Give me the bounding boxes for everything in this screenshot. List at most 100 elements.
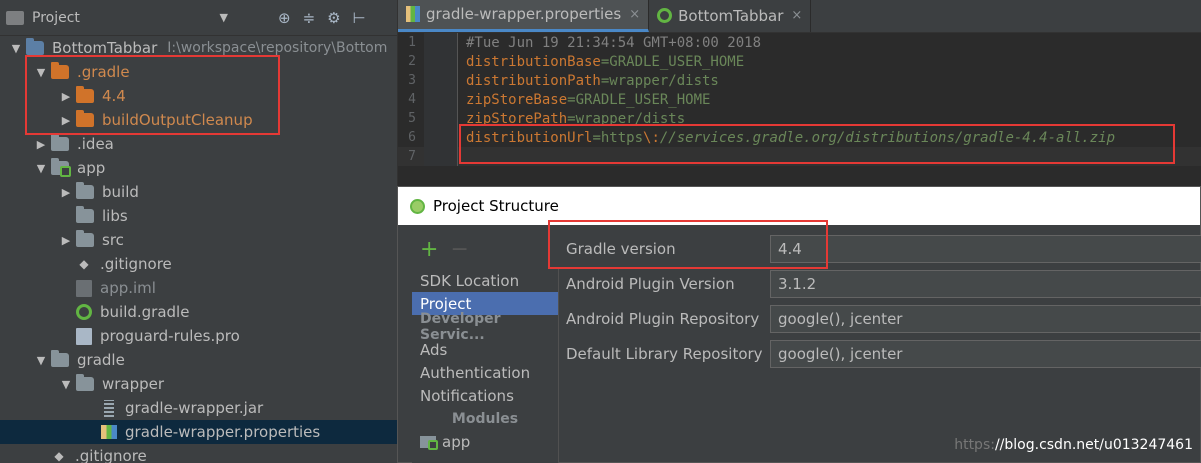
collapsed-arrow-icon[interactable]: ▶ [56,186,76,199]
tree-node-label: BottomTabbar [52,39,158,57]
collapsed-arrow-icon[interactable]: ▶ [31,138,51,151]
tab-bottomtabbar[interactable]: BottomTabbar × [649,0,812,32]
project-path: I:\workspace\repository\Bottom [167,40,388,56]
project-tool-window: Project ▼ ⊕ ≑ ⚙ ⊢ ▼ BottomTabbar I:\worksp… [0,0,397,463]
form-row: Default Library Repository google(), jcen… [566,336,1201,371]
text-file-icon [76,327,92,345]
gutter [424,71,458,90]
tree-node[interactable]: ▼ gradle [0,348,397,372]
tree-node-label: .idea [77,135,114,153]
expanded-arrow-icon[interactable]: ▼ [31,66,51,79]
folder-icon [76,374,94,391]
tree-node-label: src [102,231,124,249]
settings-gear-icon[interactable]: ⚙ [327,9,340,27]
folder-icon [76,206,94,223]
code-line[interactable]: 4 zipStoreBase=GRADLE_USER_HOME [398,90,1201,109]
collapse-all-icon[interactable]: ≑ [303,9,316,27]
code-line[interactable]: 2 distributionBase=GRADLE_USER_HOME [398,52,1201,71]
field-input[interactable]: 4.4 [770,234,1201,263]
sidebar-toolbar: + − [420,237,469,262]
tab-label: gradle-wrapper.properties [426,5,622,23]
tab-gradle-wrapper-properties[interactable]: gradle-wrapper.properties × [398,0,650,32]
tree-node[interactable]: ▼ BottomTabbar I:\workspace\repository\Bot… [0,36,397,60]
sidebar-item[interactable]: Notifications [412,384,558,407]
field-input[interactable]: 3.1.2 [770,269,1201,298]
form-row: Android Plugin Version 3.1.2 [566,266,1201,301]
folder-icon [51,350,69,367]
project-view-selector[interactable]: Project ▼ [6,10,228,26]
tree-node[interactable]: ▶ 4.4 [0,84,397,108]
sidebar-item-label: Authentication [420,363,531,382]
expanded-arrow-icon[interactable]: ▼ [6,42,26,55]
code-editor[interactable]: 1 #Tue Jun 19 21:34:54 GMT+08:00 2018 2 dis… [398,33,1201,166]
field-input[interactable]: google(), jcenter [770,339,1201,368]
folder-icon [76,230,94,247]
form-row: Gradle version 4.4 [566,231,1201,266]
tree-node-label: wrapper [102,375,165,393]
code-line[interactable]: 6 distributionUrl=https\://services.gradl… [398,128,1201,147]
folder-icon [51,134,69,151]
code-line[interactable]: 3 distributionPath=wrapper/dists [398,71,1201,90]
tree-node[interactable]: ▶ buildOutputCleanup [0,108,397,132]
sidebar-item[interactable]: app [412,430,558,453]
tree-node[interactable]: ▶ .idea [0,132,397,156]
field-input[interactable]: google(), jcenter [770,304,1201,333]
collapsed-arrow-icon[interactable]: ▶ [56,90,76,103]
sidebar-item[interactable]: SDK Location [412,269,558,292]
hide-panel-icon[interactable]: ⊢ [353,9,366,27]
tree-node[interactable]: ▼ .gradle [0,60,397,84]
tree-node[interactable]: build.gradle [0,300,397,324]
close-icon[interactable]: × [629,7,640,22]
line-number: 4 [408,92,416,107]
tree-node-label: libs [102,207,128,225]
code-line[interactable]: 1 #Tue Jun 19 21:34:54 GMT+08:00 2018 [398,33,1201,52]
remove-icon[interactable]: − [450,237,468,262]
code-text: distributionPath=wrapper/dists [458,73,719,89]
field-label: Default Library Repository [566,344,763,363]
tree-node[interactable]: libs [0,204,397,228]
dropdown-arrow-icon[interactable]: ▼ [220,11,228,24]
gradle-file-icon [76,304,92,320]
excluded-folder-icon [51,62,69,79]
tree-node-label: 4.4 [102,87,126,105]
tree-node[interactable]: app.iml [0,276,397,300]
gutter [424,90,458,109]
collapsed-arrow-icon[interactable]: ▶ [56,114,76,127]
tree-node[interactable]: ▼ wrapper [0,372,397,396]
gutter [424,33,458,52]
sidebar-item-label: Modules [451,410,519,427]
tree-node[interactable]: gradle-wrapper.properties [0,420,397,444]
tree-node[interactable]: proguard-rules.pro [0,324,397,348]
code-token: =wrapper/dists [600,72,719,89]
collapsed-arrow-icon[interactable]: ▶ [56,234,76,247]
tree-node[interactable]: ◆ .gitignore [0,252,397,276]
expanded-arrow-icon[interactable]: ▼ [31,354,51,367]
tree-node[interactable]: ▼ app [0,156,397,180]
tree-node-label: buildOutputCleanup [102,111,253,129]
field-label: Android Plugin Version [566,274,735,293]
tree-node-label: app [77,159,106,177]
tree-node[interactable]: ▶ build [0,180,397,204]
project-toolbar: ⊕ ≑ ⚙ ⊢ [278,9,366,27]
tab-label: BottomTabbar [678,6,784,25]
locate-icon[interactable]: ⊕ [278,9,291,27]
dialog-title: Project Structure [433,197,559,215]
expanded-arrow-icon[interactable]: ▼ [31,162,51,175]
git-file-icon: ◆ [79,257,89,271]
add-icon[interactable]: + [420,237,438,262]
tree-node[interactable]: gradle-wrapper.jar [0,396,397,420]
expanded-arrow-icon[interactable]: ▼ [56,378,76,391]
tree-node[interactable]: ▶ src [0,228,397,252]
sidebar-item[interactable]: Authentication [412,361,558,384]
code-line[interactable]: 7 [398,147,1201,166]
module-folder-icon [51,158,71,177]
tree-node[interactable]: ◆ .gitignore [0,444,397,463]
tree-node-label: build [102,183,139,201]
close-icon[interactable]: × [791,8,802,23]
sidebar-item-label: app [442,432,471,451]
code-token: zipStorePath [466,110,568,127]
line-number: 1 [408,35,416,50]
tree-node-label: app.iml [100,279,156,297]
code-token: #Tue Jun 19 21:34:54 GMT+08:00 2018 [466,34,762,51]
code-line[interactable]: 5 zipStorePath=wrapper/dists [398,109,1201,128]
